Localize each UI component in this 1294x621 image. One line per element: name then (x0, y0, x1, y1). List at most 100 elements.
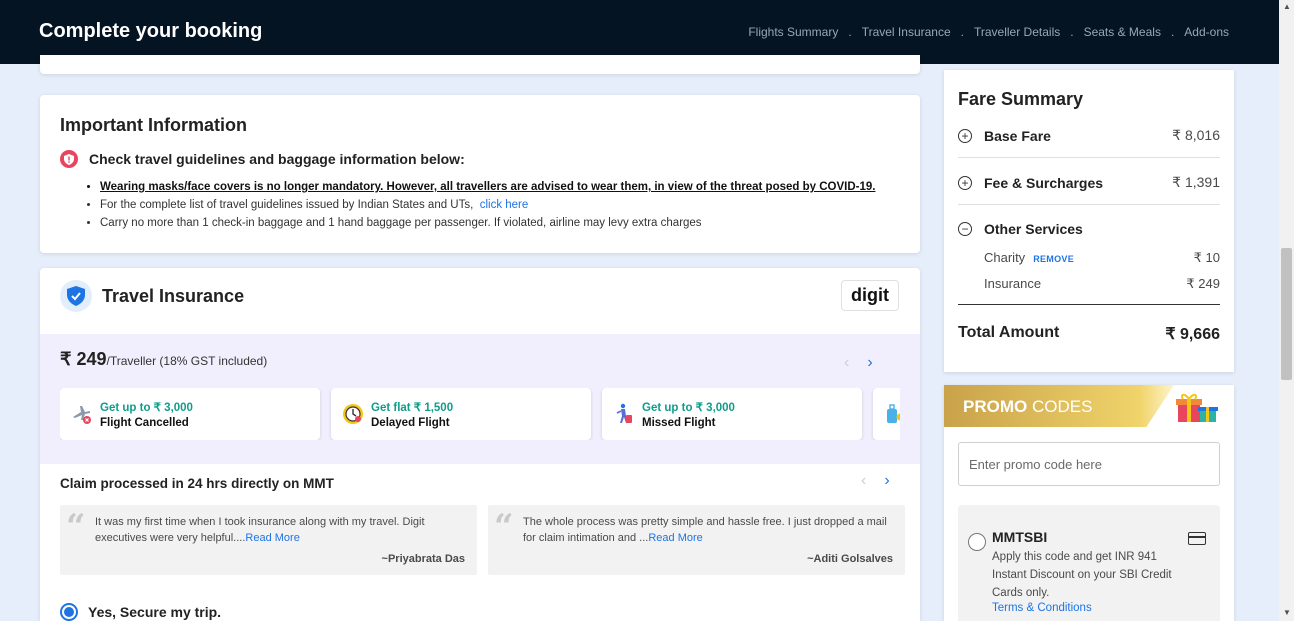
chevron-right-icon[interactable]: › (867, 354, 872, 372)
step-separator: . (1070, 25, 1074, 39)
coupon-radio[interactable] (968, 533, 986, 551)
masks-notice: Wearing masks/face covers is no longer m… (100, 178, 900, 196)
chevron-left-icon[interactable]: ‹ (861, 472, 866, 490)
other-services-label-group: − Other Services (958, 221, 1083, 237)
step-travel-insurance[interactable]: Travel Insurance (862, 25, 951, 39)
benefit-card (873, 388, 900, 440)
base-fare-row[interactable]: + Base Fare ₹ 8,016 (958, 127, 1220, 144)
benefit-offer: Get flat ₹ 1,500 (371, 401, 454, 414)
quote-icon: “ (66, 507, 86, 547)
minus-circle-icon[interactable]: − (958, 222, 972, 236)
charity-label-group: Charity REMOVE (984, 250, 1074, 266)
step-separator: . (1170, 25, 1175, 39)
terms-conditions-link[interactable]: Terms & Conditions (992, 602, 1092, 614)
fees-label-group: + Fee & Surcharges (958, 175, 1103, 191)
insurance-label: Insurance (984, 276, 1042, 291)
reviews-carousel-nav: ‹ › (861, 472, 890, 490)
step-separator: . (848, 25, 852, 39)
booking-steps: Flights Summary . Travel Insurance . Tra… (748, 25, 1229, 39)
guideline-row: Check travel guidelines and baggage info… (60, 150, 900, 168)
benefits-carousel-nav: ‹ › (844, 354, 873, 372)
luggage-icon (883, 402, 900, 426)
secure-trip-label: Yes, Secure my trip. (88, 604, 222, 620)
insurance-price: ₹ 249/Traveller (18% GST included) (60, 349, 267, 370)
review-author: ~Priyabrata Das (381, 553, 465, 565)
promo-title: PROMO CODES (963, 397, 1092, 417)
review-author: ~Aditi Golsalves (807, 553, 893, 565)
info-list: Wearing masks/face covers is no longer m… (60, 178, 900, 232)
baggage-notice: Carry no more than 1 check-in baggage an… (100, 214, 900, 232)
chevron-right-icon[interactable]: › (884, 472, 889, 490)
promo-code-input[interactable] (958, 442, 1220, 486)
divider (958, 204, 1220, 205)
review-text: It was my first time when I took insuran… (95, 514, 465, 546)
scroll-down-arrow-icon[interactable]: ▼ (1282, 608, 1292, 617)
gift-box-icon (1172, 390, 1222, 426)
price-amount: ₹ 249 (60, 349, 107, 369)
benefit-label: Flight Cancelled (100, 416, 189, 429)
benefits-carousel: Get up to ₹ 3,000 Flight Cancelled Get f… (60, 388, 900, 440)
credit-card-icon (1188, 532, 1206, 545)
base-fare-label: Base Fare (984, 127, 1051, 144)
charity-value: ₹ 10 (1193, 250, 1220, 265)
base-fare-label-group: + Base Fare (958, 128, 1051, 144)
secure-trip-radio[interactable] (60, 603, 78, 621)
read-more-link[interactable]: Read More (245, 532, 299, 544)
guideline-heading: Check travel guidelines and baggage info… (89, 151, 465, 167)
promo-codes-card: PROMO CODES MMTSBI Apply this code and g… (944, 385, 1234, 621)
review-card: “ The whole process was pretty simple an… (488, 505, 905, 575)
total-divider (958, 304, 1220, 305)
charity-label: Charity (984, 250, 1026, 265)
coupon-card[interactable]: MMTSBI Apply this code and get INR 941 I… (958, 505, 1220, 621)
plus-circle-icon[interactable]: + (958, 175, 972, 190)
shield-check-icon (60, 280, 92, 312)
click-here-link[interactable]: click here (480, 199, 529, 211)
digit-logo: digit (841, 280, 899, 311)
review-body: The whole process was pretty simple and … (523, 516, 887, 544)
base-fare-value: ₹ 8,016 (1172, 127, 1220, 143)
insurance-title: Travel Insurance (102, 285, 245, 306)
page-title: Complete your booking (39, 20, 263, 42)
fees-label: Fee & Surcharges (984, 174, 1104, 191)
other-services-row[interactable]: − Other Services (958, 221, 1220, 237)
fare-summary-card: Fare Summary + Base Fare ₹ 8,016 + Fee & S… (944, 70, 1234, 372)
benefit-card: Get flat ₹ 1,500 Delayed Flight (331, 388, 591, 440)
review-text: The whole process was pretty simple and … (523, 514, 893, 546)
benefit-card: Get up to ₹ 3,000 Missed Flight (602, 388, 862, 440)
scroll-up-arrow-icon[interactable]: ▲ (1282, 2, 1292, 11)
total-row: Total Amount ₹ 9,666 (958, 324, 1220, 344)
benefit-card: Get up to ₹ 3,000 Flight Cancelled (60, 388, 320, 440)
guidelines-text: For the complete list of travel guidelin… (100, 199, 474, 211)
step-flights-summary[interactable]: Flights Summary (748, 25, 838, 39)
shield-alert-icon (60, 150, 78, 168)
price-note: /Traveller (18% GST included) (106, 354, 268, 368)
travel-insurance-card: Travel Insurance digit ₹ 249/Traveller (… (40, 268, 920, 621)
read-more-link[interactable]: Read More (648, 532, 702, 544)
remove-charity-button[interactable]: REMOVE (1033, 254, 1074, 264)
other-services-label: Other Services (984, 221, 1083, 237)
step-add-ons[interactable]: Add-ons (1184, 25, 1229, 39)
divider (958, 157, 1220, 158)
important-information-title: Important Information (60, 115, 247, 135)
benefit-label: Delayed Flight (371, 416, 450, 429)
claim-title: Claim processed in 24 hrs directly on MM… (60, 476, 334, 491)
secure-trip-option[interactable]: Yes, Secure my trip. (60, 603, 221, 621)
scrollbar-thumb[interactable] (1281, 248, 1292, 380)
total-label: Total Amount (958, 324, 1060, 341)
fees-row[interactable]: + Fee & Surcharges ₹ 1,391 (958, 174, 1220, 191)
benefit-text: Get up to ₹ 3,000 Flight Cancelled (100, 400, 193, 429)
promo-title-rest: CODES (1027, 397, 1093, 416)
reviews-carousel: “ It was my first time when I took insur… (60, 505, 905, 575)
step-seats-meals[interactable]: Seats & Meals (1084, 25, 1161, 39)
quote-icon: “ (494, 507, 514, 547)
insurance-header: Travel Insurance (60, 280, 244, 312)
flight-cancelled-icon (70, 402, 94, 426)
plus-circle-icon[interactable]: + (958, 128, 972, 143)
step-traveller-details[interactable]: Traveller Details (974, 25, 1060, 39)
delayed-flight-icon (341, 402, 365, 426)
fees-value: ₹ 1,391 (1172, 174, 1220, 190)
total-value: ₹ 9,666 (1165, 326, 1220, 343)
benefit-offer: Get up to ₹ 3,000 (100, 401, 193, 414)
benefit-text: Get flat ₹ 1,500 Delayed Flight (371, 400, 453, 429)
chevron-left-icon[interactable]: ‹ (844, 354, 849, 372)
